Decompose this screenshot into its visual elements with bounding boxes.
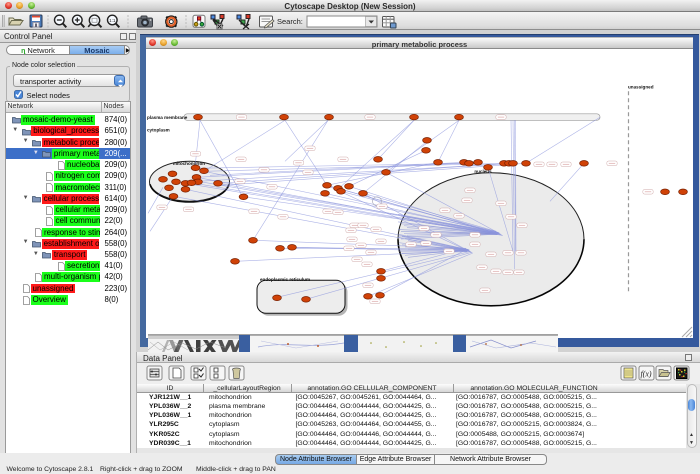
- svg-text:cytoplasm: cytoplasm: [147, 127, 170, 132]
- svg-text:f(x): f(x): [640, 370, 651, 379]
- svg-text:unassigned: unassigned: [628, 84, 654, 89]
- svg-text:Search:: Search:: [277, 17, 303, 26]
- svg-text:mitochondrion: mitochondrion: [173, 160, 205, 165]
- svg-text:1:1: 1:1: [109, 18, 116, 23]
- svg-text:endoplasmic reticulum: endoplasmic reticulum: [260, 276, 310, 281]
- svg-text:plasma membrane: plasma membrane: [147, 114, 188, 119]
